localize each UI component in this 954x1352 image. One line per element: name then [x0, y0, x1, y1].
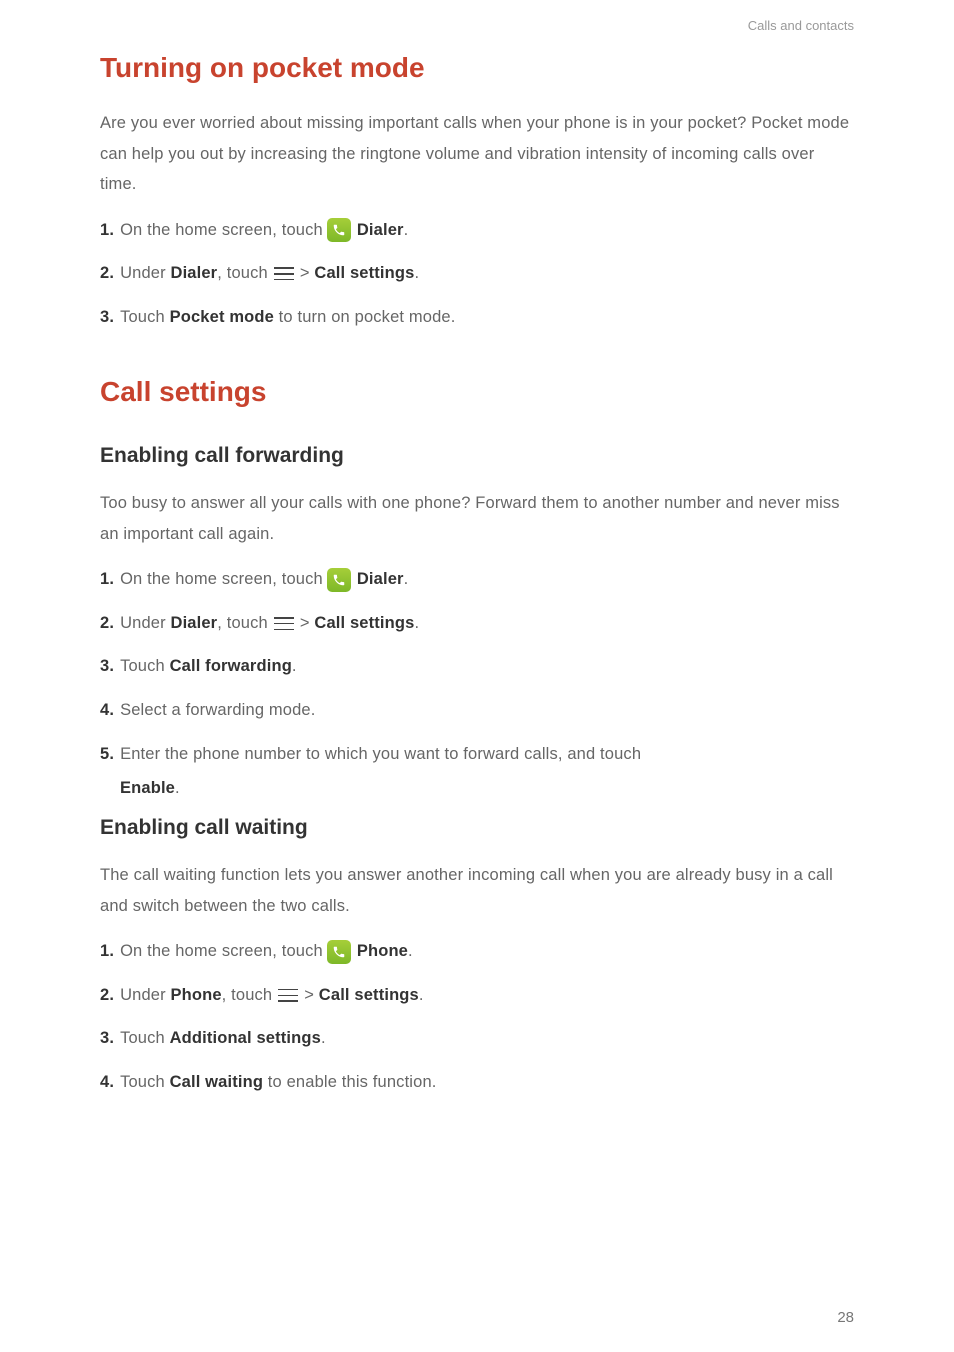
- dialer-label: Dialer: [357, 218, 404, 244]
- step-text: Enter the phone number to which you want…: [120, 742, 641, 768]
- step-text: .: [408, 939, 413, 965]
- step-3-4: 4. Touch Call waiting to enable this fun…: [100, 1070, 854, 1096]
- step-number: 1.: [100, 218, 114, 244]
- step-text: .: [419, 983, 424, 1009]
- step-text: On the home screen, touch: [120, 567, 323, 593]
- step-text: Under: [120, 261, 166, 287]
- dialer-icon: [327, 218, 351, 242]
- pocket-mode-label: Pocket mode: [170, 305, 274, 331]
- additional-settings-label: Additional settings: [170, 1026, 321, 1052]
- heading-call-waiting: Enabling call waiting: [100, 816, 854, 840]
- menu-icon: [274, 267, 294, 280]
- step-text: On the home screen, touch: [120, 218, 323, 244]
- step-text: Under: [120, 983, 166, 1009]
- call-settings-label: Call settings: [314, 261, 414, 287]
- step-text: .: [321, 1026, 326, 1052]
- step-text: >: [300, 261, 310, 287]
- phone-icon: [327, 940, 351, 964]
- step-3-1: 1. On the home screen, touch Phone.: [100, 939, 854, 965]
- step-number: 3.: [100, 1026, 114, 1052]
- enable-label: Enable: [120, 779, 175, 797]
- step-number: 2.: [100, 261, 114, 287]
- call-forwarding-label: Call forwarding: [170, 654, 292, 680]
- step-text: , touch: [217, 611, 268, 637]
- step-3-2: 2. Under Phone , touch > Call settings.: [100, 983, 854, 1009]
- heading-call-forwarding: Enabling call forwarding: [100, 444, 854, 468]
- step-number: 3.: [100, 305, 114, 331]
- step-1-2: 2. Under Dialer , touch > Call settings.: [100, 261, 854, 287]
- heading-call-settings: Call settings: [100, 376, 854, 408]
- step-2-1: 1. On the home screen, touch Dialer.: [100, 567, 854, 593]
- heading-pocket-mode: Turning on pocket mode: [100, 52, 854, 84]
- page-number: 28: [837, 1309, 854, 1326]
- step-1-1: 1. On the home screen, touch Dialer.: [100, 218, 854, 244]
- dialer-label: Dialer: [357, 567, 404, 593]
- intro-paragraph-3: The call waiting function lets you answe…: [100, 860, 854, 921]
- intro-paragraph-2: Too busy to answer all your calls with o…: [100, 488, 854, 549]
- menu-icon: [278, 989, 298, 1002]
- step-2-5-continue: Enable.: [120, 779, 854, 798]
- step-number: 1.: [100, 567, 114, 593]
- step-number: 3.: [100, 654, 114, 680]
- step-number: 1.: [100, 939, 114, 965]
- step-text: Touch: [120, 305, 165, 331]
- dialer-icon: [327, 568, 351, 592]
- call-settings-label: Call settings: [314, 611, 414, 637]
- call-settings-label: Call settings: [319, 983, 419, 1009]
- step-text: .: [404, 567, 409, 593]
- step-2-5: 5. Enter the phone number to which you w…: [100, 742, 854, 768]
- dialer-label: Dialer: [171, 261, 218, 287]
- dialer-label: Dialer: [171, 611, 218, 637]
- step-text: On the home screen, touch: [120, 939, 323, 965]
- phone-label: Phone: [357, 939, 408, 965]
- step-2-4: 4. Select a forwarding mode.: [100, 698, 854, 724]
- call-waiting-label: Call waiting: [170, 1070, 263, 1096]
- step-text: Touch: [120, 1026, 165, 1052]
- step-2-2: 2. Under Dialer , touch > Call settings.: [100, 611, 854, 637]
- step-number: 2.: [100, 611, 114, 637]
- step-text: .: [175, 779, 180, 797]
- header-section-label: Calls and contacts: [748, 18, 854, 33]
- step-text: >: [304, 983, 314, 1009]
- step-text: Under: [120, 611, 166, 637]
- step-text: , touch: [222, 983, 273, 1009]
- step-text: , touch: [217, 261, 268, 287]
- step-text: Select a forwarding mode.: [120, 698, 315, 724]
- step-text: Touch: [120, 654, 165, 680]
- menu-icon: [274, 617, 294, 630]
- step-number: 4.: [100, 698, 114, 724]
- step-number: 2.: [100, 983, 114, 1009]
- step-2-3: 3. Touch Call forwarding.: [100, 654, 854, 680]
- step-number: 4.: [100, 1070, 114, 1096]
- step-text: .: [292, 654, 297, 680]
- step-text: .: [414, 611, 419, 637]
- step-text: to turn on pocket mode.: [279, 305, 456, 331]
- step-number: 5.: [100, 742, 114, 768]
- step-text: .: [414, 261, 419, 287]
- step-text: .: [404, 218, 409, 244]
- step-1-3: 3. Touch Pocket mode to turn on pocket m…: [100, 305, 854, 331]
- step-3-3: 3. Touch Additional settings.: [100, 1026, 854, 1052]
- step-text: Touch: [120, 1070, 165, 1096]
- step-text: to enable this function.: [268, 1070, 437, 1096]
- intro-paragraph-1: Are you ever worried about missing impor…: [100, 108, 854, 200]
- step-text: >: [300, 611, 310, 637]
- phone-label: Phone: [171, 983, 222, 1009]
